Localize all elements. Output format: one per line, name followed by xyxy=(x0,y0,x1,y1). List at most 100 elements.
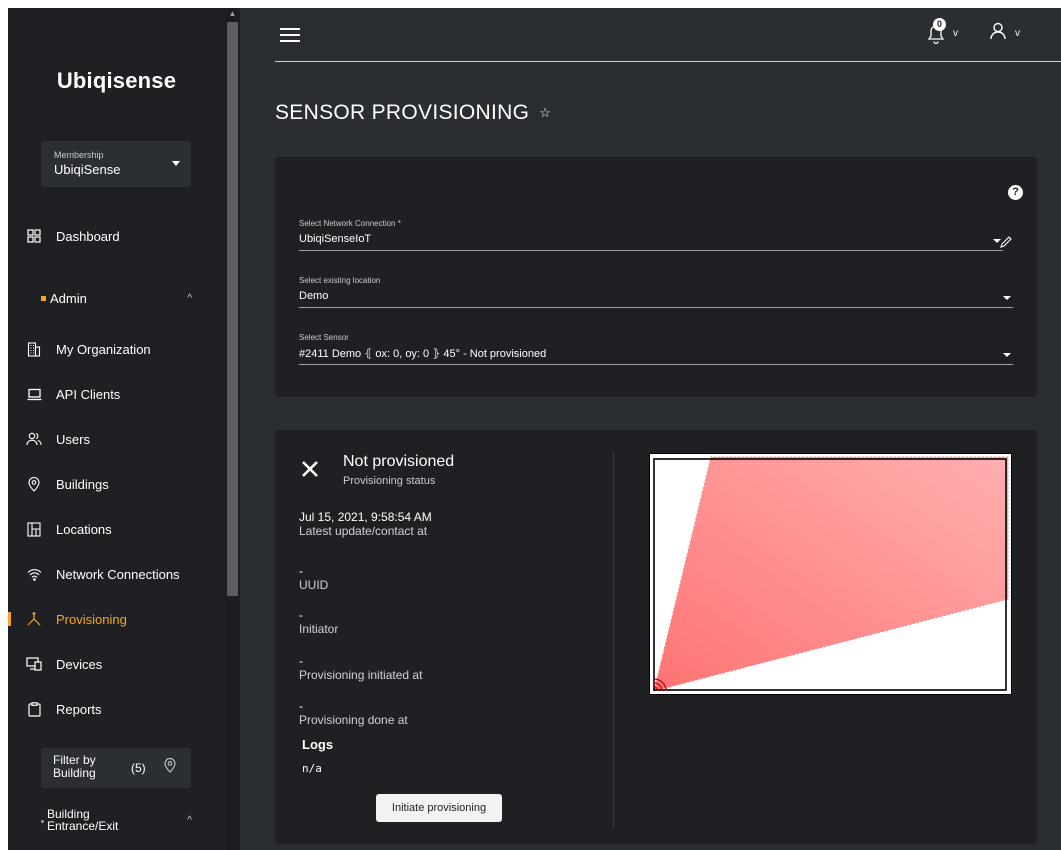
top-bar: 0 v v xyxy=(275,8,1061,62)
section-label-line2: Entrance/Exit xyxy=(47,819,119,833)
membership-value: UbiqiSense xyxy=(54,162,121,177)
sidebar-item-label: Locations xyxy=(56,521,112,537)
chevron-down-icon[interactable]: v xyxy=(953,28,958,39)
dropdown-caret-icon xyxy=(1003,296,1011,300)
chevron-up-icon: ^ xyxy=(187,815,192,826)
logs-heading: Logs xyxy=(302,737,334,752)
laptop-icon xyxy=(26,386,42,402)
sidebar-item-label: Network Connections xyxy=(56,566,180,582)
section-dot xyxy=(41,295,46,301)
section-dot xyxy=(41,820,44,823)
sensor-select[interactable]: Select Sensor #2411 Demo ⦃ ox: 0, oy: 0 … xyxy=(299,333,1013,365)
wifi-icon xyxy=(26,566,42,582)
building-icon xyxy=(26,341,42,357)
uuid-value: - xyxy=(299,564,303,578)
edit-pencil-icon[interactable] xyxy=(999,235,1013,249)
sidebar-item-my-organization[interactable]: My Organization xyxy=(8,335,225,363)
clipboard-icon xyxy=(26,701,42,717)
initiated-at-info: - Provisioning initiated at xyxy=(299,654,422,682)
latest-update-info: Jul 15, 2021, 9:58:54 AM Latest update/c… xyxy=(299,510,432,538)
sidebar-item-reports[interactable]: Reports xyxy=(8,695,225,723)
sidebar-item-label: Reports xyxy=(56,701,102,717)
location-select[interactable]: Select existing location Demo xyxy=(299,276,1013,308)
sidebar-item-label: My Organization xyxy=(56,341,151,357)
section-label: Admin xyxy=(50,290,87,306)
field-value: Demo xyxy=(299,290,329,302)
status-title: Not provisioned xyxy=(343,453,455,470)
sidebar-item-label: Users xyxy=(56,431,90,447)
filter-by-building[interactable]: Filter by Building (5) xyxy=(41,748,191,788)
done-at-label: Provisioning done at xyxy=(299,713,408,727)
filter-label-line2: Building xyxy=(53,766,96,780)
pin-icon xyxy=(164,758,176,776)
done-at-value: - xyxy=(299,699,303,713)
page-title: SENSOR PROVISIONING ☆ xyxy=(275,101,551,125)
status-card: Not provisioned Provisioning status Jul … xyxy=(275,430,1037,844)
chevron-down-icon[interactable]: v xyxy=(1015,28,1020,39)
done-at-info: - Provisioning done at xyxy=(299,699,408,727)
field-value: UbiqiSenseIoT xyxy=(299,233,372,245)
sidebar-item-buildings[interactable]: Buildings xyxy=(8,470,225,498)
scroll-up-arrow-icon[interactable]: ▲ xyxy=(226,9,239,19)
provisioning-icon xyxy=(26,611,42,627)
scrollbar-thumb[interactable] xyxy=(227,22,238,596)
network-connection-select[interactable]: Select Network Connection * UbiqiSenseIo… xyxy=(299,219,1003,251)
initiated-at-value: - xyxy=(299,654,303,668)
vertical-divider xyxy=(613,452,614,828)
latest-update-value: Jul 15, 2021, 9:58:54 AM xyxy=(299,510,432,524)
sidebar-item-label: API Clients xyxy=(56,386,121,402)
membership-select[interactable]: Membership UbiqiSense xyxy=(41,141,191,187)
sidebar-item-label: Buildings xyxy=(56,476,109,492)
sidebar-item-label: Dashboard xyxy=(56,228,120,244)
membership-label: Membership xyxy=(54,150,104,160)
notification-badge: 0 xyxy=(933,18,946,31)
menu-icon[interactable] xyxy=(280,28,300,42)
sidebar-item-users[interactable]: Users xyxy=(8,425,225,453)
users-icon xyxy=(26,431,42,447)
page-title-text: SENSOR PROVISIONING xyxy=(275,101,530,124)
pin-icon xyxy=(26,476,42,492)
field-label: Select existing location xyxy=(299,276,381,285)
sidebar-item-provisioning[interactable]: Provisioning xyxy=(8,605,225,633)
dropdown-caret-icon xyxy=(1003,353,1011,357)
selection-card: ? Select Network Connection * UbiqiSense… xyxy=(275,157,1037,397)
field-label: Select Sensor xyxy=(299,333,349,342)
filter-label: Filter by Building xyxy=(53,754,96,780)
initiated-at-label: Provisioning initiated at xyxy=(299,668,423,682)
app-window: Ubiqisense Membership UbiqiSense Dashboa… xyxy=(8,8,1061,850)
star-icon[interactable]: ☆ xyxy=(539,105,551,121)
sidebar-item-label: Devices xyxy=(56,656,103,672)
sidebar-item-devices[interactable]: Devices xyxy=(8,650,225,678)
dashboard-icon xyxy=(26,228,42,244)
initiator-value: - xyxy=(299,608,303,622)
user-icon[interactable] xyxy=(989,22,1009,42)
sidebar-item-locations[interactable]: Locations xyxy=(8,515,225,543)
close-icon xyxy=(301,460,319,478)
section-label: Building Entrance/Exit xyxy=(47,808,118,832)
sensor-coverage-visualization xyxy=(649,453,1012,695)
field-label: Select Network Connection * xyxy=(299,219,401,228)
brand-logo: Ubiqisense xyxy=(56,68,177,93)
latest-update-label: Latest update/contact at xyxy=(299,524,428,538)
sidebar-section-admin[interactable]: Admin ^ xyxy=(8,286,225,310)
floorplan-icon xyxy=(26,521,42,537)
sidebar-item-api-clients[interactable]: API Clients xyxy=(8,380,225,408)
initiator-label: Initiator xyxy=(299,622,339,636)
field-value: #2411 Demo ⦃ ox: 0, oy: 0 ⦄ 45° - Not pr… xyxy=(299,348,547,360)
uuid-label: UUID xyxy=(299,578,329,592)
sidebar: Ubiqisense Membership UbiqiSense Dashboa… xyxy=(8,8,240,850)
uuid-info: - UUID xyxy=(299,564,328,592)
help-icon[interactable]: ? xyxy=(1008,185,1023,200)
sidebar-item-label: Provisioning xyxy=(56,611,127,627)
sidebar-item-network-connections[interactable]: Network Connections xyxy=(8,560,225,588)
status-subtitle: Provisioning status xyxy=(343,475,436,487)
dropdown-caret-icon xyxy=(172,161,180,166)
chevron-up-icon: ^ xyxy=(187,292,192,304)
devices-icon xyxy=(26,656,42,672)
sidebar-item-dashboard[interactable]: Dashboard xyxy=(8,222,225,250)
filter-count: (5) xyxy=(131,761,146,775)
sidebar-section-building-entrance[interactable]: Building Entrance/Exit ^ xyxy=(8,806,225,836)
initiator-info: - Initiator xyxy=(299,608,338,636)
initiate-provisioning-button[interactable]: Initiate provisioning xyxy=(376,794,502,822)
logs-value: n/a xyxy=(302,762,322,775)
